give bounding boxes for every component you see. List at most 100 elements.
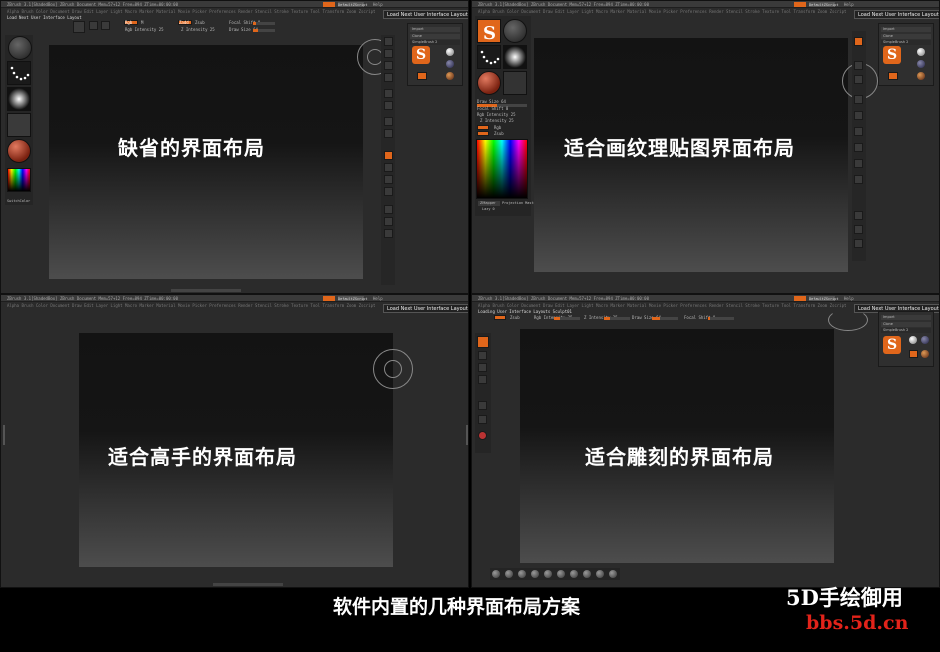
polyf-icon[interactable] — [854, 211, 863, 220]
simplebrush-logo-icon[interactable]: S — [883, 336, 901, 354]
scale-view-icon[interactable] — [384, 175, 393, 184]
left-scroll-handle[interactable] — [3, 425, 5, 445]
move-icon[interactable] — [101, 21, 110, 30]
brush-orb-icon[interactable] — [505, 570, 513, 578]
polymesh-icon[interactable] — [888, 72, 898, 80]
texture-thumb-icon[interactable] — [7, 113, 31, 137]
rotate-view-icon[interactable] — [854, 175, 863, 184]
palette-import[interactable]: Import — [881, 315, 931, 320]
scale-icon[interactable] — [478, 375, 487, 384]
floor-icon[interactable] — [384, 101, 393, 110]
alpha-thumb-icon[interactable] — [7, 87, 31, 111]
xyz-icon[interactable] — [384, 129, 393, 138]
zsub-label[interactable]: Zsub — [195, 20, 205, 25]
z-intensity-slider[interactable] — [604, 317, 630, 320]
rgb-intensity-label[interactable]: Rgb Intensity 25 — [477, 112, 516, 117]
zoom-icon[interactable] — [854, 75, 863, 84]
rgb-m-label[interactable]: M — [141, 20, 143, 25]
edit-icon[interactable] — [478, 351, 487, 360]
menubar-hide-button[interactable] — [323, 2, 335, 7]
draw-size-slider[interactable] — [253, 29, 275, 32]
menubar-hide-button[interactable] — [794, 296, 806, 301]
focal-shift-slider[interactable] — [253, 22, 275, 25]
projection-master-button[interactable]: Projection Master — [502, 201, 538, 205]
brush-orb-icon[interactable] — [570, 570, 578, 578]
eraser-brush-icon[interactable] — [921, 350, 929, 358]
focal-shift-label[interactable]: Focal Shift 0 — [477, 106, 508, 111]
tool-thumb-icon[interactable] — [8, 36, 32, 60]
tool-thumb-icon[interactable] — [503, 19, 527, 43]
simplebrush-logo-icon[interactable]: S — [883, 46, 901, 64]
alpha-thumb-icon[interactable] — [503, 45, 527, 69]
simplebrush-logo-icon[interactable]: S — [412, 46, 430, 64]
load-next-layout-button[interactable]: Load Next User Interface Layout — [383, 304, 468, 313]
brush-orb-icon[interactable] — [557, 570, 565, 578]
right-scroll-handle[interactable] — [466, 425, 468, 445]
polyf-icon[interactable] — [384, 205, 393, 214]
menubar-script-label[interactable]: DefaultZScript — [809, 2, 839, 7]
stroke-dots-icon[interactable] — [477, 45, 501, 69]
zsub-label[interactable]: Zsub — [510, 315, 520, 320]
bpr-icon[interactable] — [384, 37, 393, 46]
stroke-dots-icon[interactable] — [7, 61, 31, 85]
ghost-icon[interactable] — [384, 229, 393, 238]
rgb-label[interactable]: Rgb — [494, 125, 501, 130]
scale-view-icon[interactable] — [854, 159, 863, 168]
brush-orb-icon[interactable] — [518, 570, 526, 578]
brush-orb-icon[interactable] — [492, 570, 500, 578]
menubar-script-label[interactable]: DefaultZScript — [338, 2, 368, 7]
color-picker[interactable] — [476, 139, 528, 199]
eraser-brush-icon[interactable] — [446, 72, 454, 80]
rgb-intensity-slider[interactable] — [554, 317, 580, 320]
persp-icon[interactable] — [854, 95, 863, 104]
menubar-help[interactable]: Help — [373, 295, 383, 302]
palette-import[interactable]: Import — [410, 27, 460, 32]
alpha-icon[interactable] — [478, 415, 487, 424]
zadd-toggle[interactable] — [477, 131, 489, 136]
draw-mode-icon[interactable] — [477, 336, 489, 348]
zadd-toggle[interactable] — [494, 315, 506, 320]
menubar-script-label[interactable]: DefaultZScript — [338, 296, 368, 301]
material-thumb-icon[interactable] — [477, 71, 501, 95]
z-intensity-label[interactable]: Z Intensity 25 — [181, 27, 215, 32]
menubar-help[interactable]: Help — [844, 295, 854, 302]
ghost-icon[interactable] — [854, 239, 863, 248]
zbrush-tool-icon[interactable]: S — [477, 19, 501, 44]
palette-import[interactable]: Import — [881, 27, 931, 32]
floor-icon[interactable] — [854, 111, 863, 120]
zmapper-button[interactable]: ZMapper — [478, 201, 500, 206]
sphere-brush-icon[interactable] — [909, 336, 917, 344]
move-icon[interactable] — [478, 363, 487, 372]
lazy-label[interactable]: Lazy 0 — [482, 207, 495, 211]
menubar-help[interactable]: Help — [844, 1, 854, 8]
switch-color-label[interactable]: SwitchColor — [7, 199, 30, 203]
actual-icon[interactable] — [384, 73, 393, 82]
menubar-hide-button[interactable] — [794, 2, 806, 7]
edit-icon[interactable] — [89, 21, 98, 30]
persp-icon[interactable] — [384, 89, 393, 98]
bottom-scroll[interactable] — [213, 583, 283, 586]
color-picker[interactable] — [7, 168, 31, 192]
eraser-brush-icon[interactable] — [917, 72, 925, 80]
local-icon[interactable] — [384, 117, 393, 126]
move-view-icon[interactable] — [384, 163, 393, 172]
sphere-brush-icon[interactable] — [917, 48, 925, 56]
rgb-toggle[interactable] — [477, 125, 489, 130]
move-view-icon[interactable] — [854, 143, 863, 152]
palette-clone[interactable]: Clone — [881, 34, 931, 39]
load-layout-label[interactable]: Load Next User Interface Layout — [7, 15, 82, 20]
polymesh-icon[interactable] — [417, 72, 427, 80]
texture-thumb-icon[interactable] — [503, 71, 527, 95]
zsphere-icon[interactable] — [917, 60, 925, 68]
brush-orb-icon[interactable] — [583, 570, 591, 578]
stroke-icon[interactable] — [478, 401, 487, 410]
focal-shift-slider[interactable] — [708, 317, 734, 320]
brush-orb-icon[interactable] — [531, 570, 539, 578]
palette-clone[interactable]: Clone — [881, 322, 931, 327]
frame-icon[interactable] — [384, 151, 393, 160]
brush-orb-icon[interactable] — [596, 570, 604, 578]
rotate-view-icon[interactable] — [384, 187, 393, 196]
zsphere-icon[interactable] — [446, 60, 454, 68]
scroll-icon[interactable] — [854, 61, 863, 70]
menubar-script-label[interactable]: DefaultZScript — [809, 296, 839, 301]
